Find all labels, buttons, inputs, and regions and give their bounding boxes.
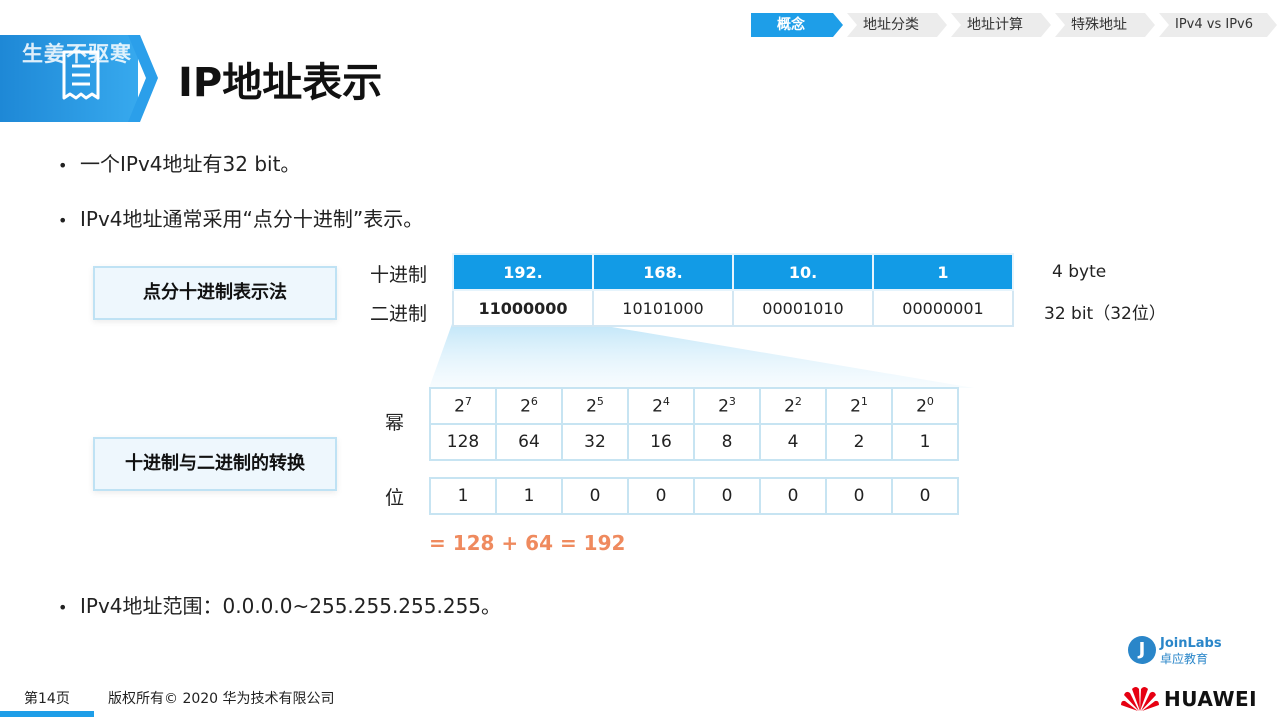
joinlabs-mark-icon: J <box>1128 636 1156 664</box>
huawei-name: HUAWEI <box>1164 687 1258 711</box>
binary-octet: 11000000 <box>452 289 594 327</box>
value-cell: 32 <box>561 423 629 461</box>
powers-table: 27 26 25 24 23 22 21 20 128 64 32 16 8 4… <box>429 387 959 461</box>
page-number: 第14页 <box>24 691 70 707</box>
value-row: 128 64 32 16 8 4 2 1 <box>429 423 959 461</box>
power-cell: 24 <box>627 387 695 425</box>
bit-note: 32 bit（32位） <box>1044 304 1166 324</box>
power-cell: 20 <box>891 387 959 425</box>
power-cell: 21 <box>825 387 893 425</box>
bit-cell: 0 <box>693 477 761 515</box>
bit-cell: 1 <box>429 477 497 515</box>
value-cell: 64 <box>495 423 563 461</box>
bits-table: 1 1 0 0 0 0 0 0 <box>429 477 959 515</box>
huawei-logo: HUAWEI <box>1120 683 1257 717</box>
value-cell: 1 <box>891 423 959 461</box>
value-cell: 4 <box>759 423 827 461</box>
conversion-formula: = 128 + 64 = 192 <box>429 531 626 555</box>
decimal-row: 192. 168. 10. 1 <box>452 253 1014 291</box>
power-row: 27 26 25 24 23 22 21 20 <box>429 387 959 425</box>
huawei-petals-icon <box>1121 687 1159 711</box>
copyright-text: 版权所有© 2020 华为技术有限公司 <box>108 691 335 707</box>
joinlabs-name: JoinLabs <box>1160 636 1222 651</box>
bit-cell: 0 <box>759 477 827 515</box>
power-cell: 22 <box>759 387 827 425</box>
binary-row: 11000000 10101000 00001010 00000001 <box>452 289 1014 327</box>
binary-octet: 00001010 <box>732 289 874 327</box>
power-cell: 25 <box>561 387 629 425</box>
decimal-octet: 192. <box>452 253 594 291</box>
bit-cell: 0 <box>627 477 695 515</box>
value-cell: 128 <box>429 423 497 461</box>
binary-octet: 00000001 <box>872 289 1014 327</box>
binary-octet: 10101000 <box>592 289 734 327</box>
decimal-octet: 10. <box>732 253 874 291</box>
bit-cell: 1 <box>495 477 563 515</box>
footer-accent-bar <box>0 711 94 717</box>
power-row-label: 幂 <box>385 412 405 434</box>
power-cell: 23 <box>693 387 761 425</box>
expansion-fan-graphic <box>429 324 974 388</box>
bit-row: 1 1 0 0 0 0 0 0 <box>429 477 959 515</box>
decimal-octet: 1 <box>872 253 1014 291</box>
decimal-octet: 168. <box>592 253 734 291</box>
power-cell: 27 <box>429 387 497 425</box>
bit-cell: 0 <box>561 477 629 515</box>
joinlabs-chinese-name: 卓应教育 <box>1160 652 1209 666</box>
value-cell: 2 <box>825 423 893 461</box>
ip-address-table: 192. 168. 10. 1 11000000 10101000 000010… <box>452 253 1014 327</box>
byte-note: 4 byte <box>1052 262 1107 282</box>
value-cell: 16 <box>627 423 695 461</box>
bit-cell: 0 <box>891 477 959 515</box>
bit-row-label: 位 <box>385 487 405 509</box>
value-cell: 8 <box>693 423 761 461</box>
bit-cell: 0 <box>825 477 893 515</box>
power-cell: 26 <box>495 387 563 425</box>
